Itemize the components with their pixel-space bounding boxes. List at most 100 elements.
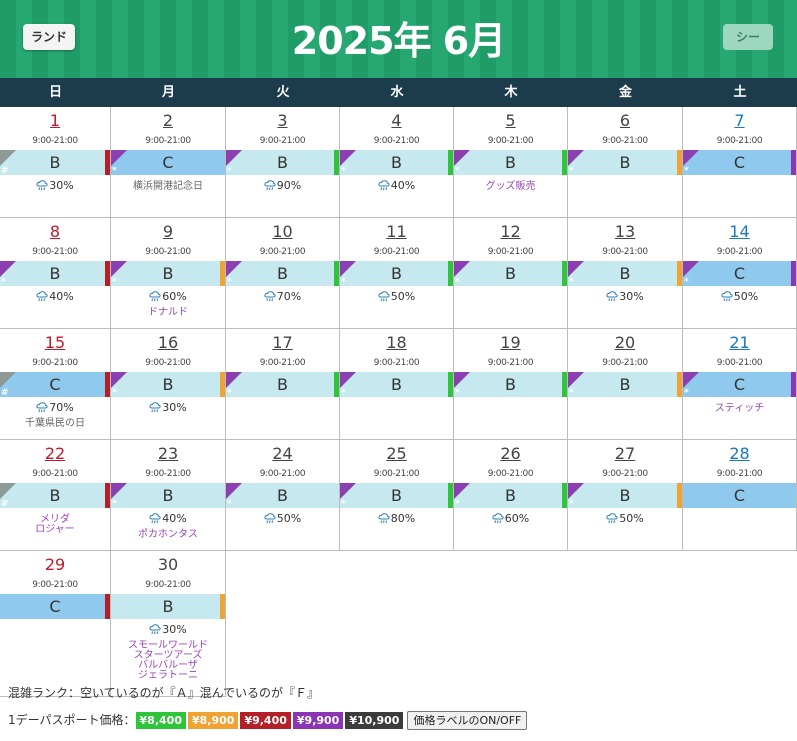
day-number[interactable]: 25 [340, 444, 453, 463]
calendar-day-cell[interactable]: 24 9:00-21:00 B * 50% [226, 440, 340, 551]
calendar-day-cell[interactable]: 1 9:00-21:00 B #30% [0, 107, 111, 218]
calendar-day-cell[interactable]: 20 9:00-21:00 B * [568, 329, 683, 440]
calendar-day-cell[interactable]: 17 9:00-21:00 B * [226, 329, 340, 440]
calendar-day-cell[interactable]: 30 9:00-21:00 B 30% スモールワールド スターツアーズ バルバルーザ ジェラ… [111, 551, 226, 697]
day-number[interactable]: 19 [454, 333, 567, 352]
price-stripe [220, 594, 225, 619]
day-number[interactable]: 10 [226, 222, 339, 241]
calendar-day-cell[interactable]: 16 9:00-21:00 B * 30% [111, 329, 226, 440]
calendar-day-cell[interactable]: 12 9:00-21:00 B * [454, 218, 568, 329]
park-hours: 9:00-21:00 [716, 247, 763, 257]
calendar-day-cell[interactable]: 29 9:00-21:00 C [0, 551, 111, 697]
calendar-day-cell[interactable]: 26 9:00-21:00 B * 60% [454, 440, 568, 551]
park-hours: 9:00-21:00 [602, 136, 648, 146]
day-number[interactable]: 12 [454, 222, 567, 241]
price-stripe [105, 594, 110, 619]
day-number[interactable]: 20 [568, 333, 682, 352]
rain-cloud-icon [378, 290, 391, 303]
day-number[interactable]: 26 [454, 444, 567, 463]
calendar-day-cell[interactable]: 15 9:00-21:00 C #70% 千葉県民の日 [0, 329, 111, 440]
day-number[interactable]: 4 [340, 111, 453, 130]
day-number[interactable]: 17 [226, 333, 339, 352]
crowd-rank: B [162, 264, 174, 283]
day-number[interactable]: 5 [454, 111, 567, 130]
calendar-day-cell[interactable]: 23 9:00-21:00 B * 40% ポカホンタス [111, 440, 226, 551]
crowd-rank-bar: B * [111, 372, 225, 398]
day-number[interactable]: 8 [0, 222, 110, 241]
calendar-day-cell[interactable]: 21 9:00-21:00 C * スティッチ [683, 329, 797, 440]
calendar-day-cell[interactable]: 2 9:00-21:00 C * 横浜開港記念日 [111, 107, 226, 218]
day-number[interactable]: 23 [111, 444, 225, 463]
rain-percent: 80% [390, 512, 416, 525]
rain-forecast: 30% [0, 179, 110, 193]
crowd-rank-bar: B * [568, 483, 682, 509]
calendar-day-cell[interactable]: 22 9:00-21:00 B # メリダ ロジャー [0, 440, 111, 551]
crowd-rank: B [162, 375, 174, 394]
day-number[interactable]: 13 [568, 222, 682, 241]
calendar-day-cell[interactable]: 13 9:00-21:00 B * 30% [568, 218, 683, 329]
rain-forecast: 60% [111, 290, 225, 304]
calendar-day-cell[interactable]: 5 9:00-21:00 B * グッズ販売 [454, 107, 568, 218]
day-number[interactable]: 11 [340, 222, 453, 241]
crowd-rank: C [49, 597, 61, 616]
calendar-day-cell[interactable]: 7 9:00-21:00 C * [683, 107, 797, 218]
day-number[interactable]: 24 [226, 444, 339, 463]
day-number[interactable]: 27 [568, 444, 682, 463]
price-chip: ¥10,900 [345, 712, 404, 729]
calendar-day-cell[interactable]: 27 9:00-21:00 B * 50% [568, 440, 683, 551]
rain-percent: 40% [390, 179, 416, 192]
park-hours: 9:00-21:00 [373, 469, 420, 479]
calendar-day-cell[interactable]: 6 9:00-21:00 B * [568, 107, 683, 218]
calendar-day-cell[interactable]: 10 9:00-21:00 B * 70% [226, 218, 340, 329]
day-number[interactable]: 7 [683, 111, 796, 130]
crowd-rank-bar: B # [0, 483, 110, 509]
crowd-rank-bar: B * [111, 261, 225, 287]
crowd-rank: B [49, 264, 61, 283]
rain-forecast: 50% [568, 512, 682, 526]
calendar-day-cell[interactable]: 3 9:00-21:00 B * 90% [226, 107, 340, 218]
calendar-day-cell[interactable]: 11 9:00-21:00 B * 50% [340, 218, 454, 329]
calendar-day-cell[interactable]: 19 9:00-21:00 B * [454, 329, 568, 440]
day-number[interactable]: 3 [226, 111, 339, 130]
price-chip: ¥9,900 [292, 712, 344, 729]
park-hours: 9:00-21:00 [602, 469, 648, 479]
day-number[interactable]: 6 [568, 111, 682, 130]
calendar-day-cell[interactable]: 14 9:00-21:00 C * 50% [683, 218, 797, 329]
price-label-toggle-button[interactable]: 価格ラベルのON/OFF [407, 711, 528, 730]
day-number[interactable]: 16 [111, 333, 225, 352]
calendar-day-cell[interactable]: 9 9:00-21:00 B * 60% ドナルド [111, 218, 226, 329]
calendar-day-cell[interactable]: 28 9:00-21:00 C [683, 440, 797, 551]
day-number[interactable]: 2 [111, 111, 225, 130]
crowd-rank-bar: C # [0, 372, 110, 398]
park-hours: 9:00-21:00 [32, 469, 78, 479]
crowd-rank-bar: C * [683, 261, 796, 287]
day-number[interactable]: 30 [111, 555, 225, 574]
price-stripe [562, 372, 567, 397]
day-number[interactable]: 1 [0, 111, 110, 130]
calendar-day-cell[interactable]: 8 9:00-21:00 B * 40% [0, 218, 111, 329]
asterisk-corner-icon: * [226, 372, 242, 398]
day-number[interactable]: 22 [0, 444, 110, 463]
asterisk-corner-icon: * [683, 372, 699, 398]
day-number[interactable]: 18 [340, 333, 453, 352]
asterisk-corner-icon: * [340, 261, 356, 287]
day-number[interactable]: 21 [683, 333, 796, 352]
day-number[interactable]: 29 [0, 555, 110, 574]
calendar-day-cell[interactable]: 25 9:00-21:00 B * 80% [340, 440, 454, 551]
rain-percent: 40% [49, 290, 74, 303]
calendar-day-cell[interactable]: 4 9:00-21:00 B * 40% [340, 107, 454, 218]
crowd-rank-bar: B * [568, 150, 682, 176]
calendar-day-cell[interactable]: 18 9:00-21:00 B * [340, 329, 454, 440]
sea-button[interactable]: シー [723, 24, 773, 50]
day-number[interactable]: 15 [0, 333, 110, 352]
crowd-rank: B [505, 375, 516, 394]
day-number[interactable]: 28 [683, 444, 796, 463]
weekday-label: 木 [504, 85, 518, 100]
corner-mark: * [684, 388, 689, 398]
day-number[interactable]: 14 [683, 222, 796, 241]
calendar-week-row: 29 9:00-21:00 C 30 9:00-21:00 B 30% スモールワールド スター… [0, 551, 797, 697]
day-number[interactable]: 9 [111, 222, 225, 241]
calendar-grid: 1 9:00-21:00 B #30% 2 9:00-21:00 C * 横浜開港記念日 3 9:0… [0, 107, 797, 697]
crowd-rank: B [619, 375, 631, 394]
price-stripe [448, 372, 453, 397]
